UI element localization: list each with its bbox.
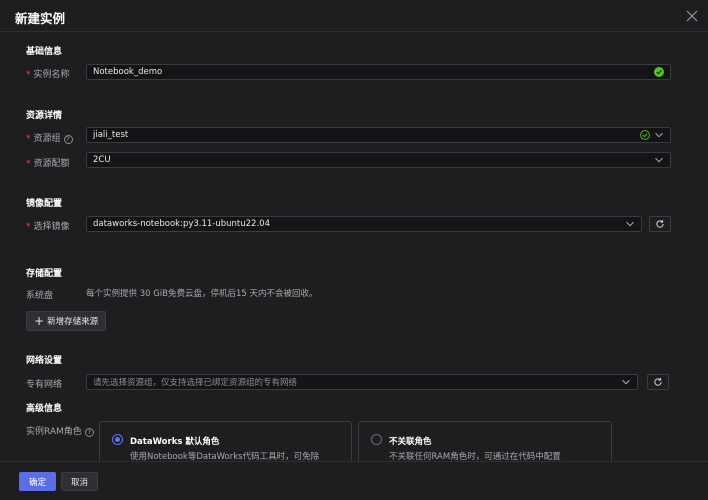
- help-icon[interactable]: ?: [63, 135, 73, 144]
- section-resource-title: 资源详情: [26, 111, 63, 121]
- resource-quota-value: 2CU: [93, 155, 111, 165]
- option-default-title: DataWorks 默认角色: [130, 437, 220, 447]
- image-select-value: dataworks-notebook:py3.11-ubuntu22.04: [93, 219, 270, 229]
- section-advanced-title: 高级信息: [26, 404, 63, 414]
- check-circle-icon: [654, 67, 664, 77]
- image-refresh-button[interactable]: [649, 216, 671, 232]
- refresh-icon: [656, 220, 664, 228]
- resource-group-label: * 资源组?: [26, 131, 73, 144]
- chevron-down-icon: [626, 221, 634, 227]
- ram-role-option-none[interactable]: 不关联角色 不关联任何RAM角色时，可通过在代码中配置: [358, 421, 612, 466]
- resource-quota-label: * 资源配额: [26, 159, 70, 169]
- close-icon[interactable]: [686, 10, 698, 22]
- help-icon[interactable]: ?: [84, 428, 94, 437]
- confirm-button[interactable]: 确定: [19, 472, 56, 491]
- add-storage-label: 新增存储来源: [47, 317, 99, 327]
- plus-icon: +: [34, 314, 45, 328]
- ram-role-option-default[interactable]: DataWorks 默认角色 使用Notebook等DataWorks代码工具时…: [99, 421, 352, 466]
- system-disk-description: 每个实例提供 30 GiB免费云盘，停机后15 天内不会被回收。: [86, 289, 318, 299]
- option-none-title: 不关联角色: [389, 437, 432, 447]
- cancel-button[interactable]: 取消: [61, 472, 98, 491]
- instance-name-label: * 实例名称: [26, 70, 70, 80]
- vpc-select[interactable]: 请先选择资源组，仅支持选择已绑定资源组的专有网络: [86, 374, 638, 390]
- resource-quota-select[interactable]: 2CU: [86, 152, 671, 168]
- vpc-placeholder: 请先选择资源组，仅支持选择已绑定资源组的专有网络: [93, 378, 298, 388]
- instance-name-input[interactable]: Notebook_demo: [86, 64, 671, 80]
- system-disk-label: 系统盘: [26, 291, 54, 301]
- dialog-footer: 确定 取消: [0, 461, 708, 500]
- instance-name-value: Notebook_demo: [93, 67, 163, 77]
- section-storage-title: 存储配置: [26, 269, 63, 279]
- chevron-down-icon: [622, 379, 630, 385]
- radio-none[interactable]: [371, 434, 382, 445]
- add-storage-button[interactable]: + 新增存储来源: [26, 311, 107, 331]
- resource-group-select[interactable]: jiali_test: [86, 127, 671, 143]
- image-select-label: * 选择镜像: [26, 222, 70, 232]
- vpc-label: 专有网络: [26, 380, 63, 390]
- check-circle-outline-icon: [640, 130, 650, 140]
- dialog-header: 新建实例: [0, 0, 708, 32]
- radio-default[interactable]: [112, 434, 123, 445]
- section-network-title: 网络设置: [26, 356, 63, 366]
- refresh-icon: [654, 378, 662, 386]
- chevron-down-icon: [655, 157, 663, 163]
- dialog-title: 新建实例: [15, 11, 66, 26]
- vpc-refresh-button[interactable]: [647, 374, 669, 390]
- image-select[interactable]: dataworks-notebook:py3.11-ubuntu22.04: [86, 216, 642, 232]
- section-image-title: 镜像配置: [26, 199, 63, 209]
- section-basic-title: 基础信息: [26, 47, 63, 57]
- ram-role-label: 实例RAM角色?: [26, 424, 94, 437]
- resource-group-value: jiali_test: [93, 130, 129, 140]
- chevron-down-icon: [655, 132, 663, 138]
